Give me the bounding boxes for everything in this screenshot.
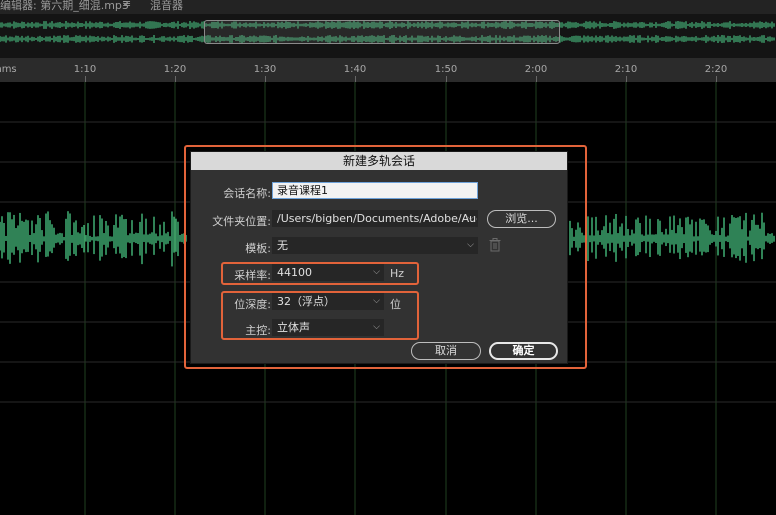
folder-location-value: /Users/bigben/Documents/Adobe/Auditi... [277,212,477,225]
template-value: 无 [277,239,288,252]
sample-rate-label: 采样率: [234,269,271,282]
bit-depth-label: 位深度: [234,298,271,311]
trash-icon[interactable] [489,238,501,252]
session-name-label: 会话名称: [223,187,271,200]
zoom-navigator-handle[interactable] [204,20,560,44]
master-value: 立体声 [277,321,310,334]
tab-editor[interactable]: 编辑器: 第六期_细混.mp3 [0,0,129,15]
bit-depth-value: 32（浮点） [277,295,335,308]
tab-mixer[interactable]: 混音器 [150,0,183,13]
ruler-tick: 2:20 [704,64,728,75]
ruler-tick: 2:10 [614,64,638,75]
bit-depth-unit: 位 [390,298,401,311]
time-ruler[interactable]: hms 1:10 1:20 1:30 1:40 1:50 2:00 2:10 2… [0,58,776,83]
bit-depth-dropdown[interactable]: 32（浮点） ⌵ [272,293,384,310]
chevron-down-icon: ⌵ [467,213,474,223]
master-dropdown[interactable]: 立体声 ⌵ [272,319,384,336]
folder-location-dropdown[interactable]: /Users/bigben/Documents/Adobe/Auditi... … [272,210,478,227]
folder-location-label: 文件夹位置: [212,215,271,228]
tab-bar: 编辑器: 第六期_细混.mp3 ≡ 混音器 [0,0,776,15]
sample-rate-value: 44100 [277,266,312,279]
browse-button[interactable]: 浏览... [487,210,556,228]
ruler-tick: 1:30 [253,64,277,75]
ruler-tick: 1:50 [434,64,458,75]
sample-rate-dropdown[interactable]: 44100 ⌵ [272,264,384,281]
template-label: 模板: [245,242,271,255]
ruler-tick: 2:00 [524,64,548,75]
chevron-down-icon: ⌵ [467,240,474,250]
ruler-tick: 1:20 [163,64,187,75]
ruler-unit-label: hms [0,64,17,75]
sample-rate-unit: Hz [390,267,405,280]
chevron-down-icon: ⌵ [373,322,380,332]
new-multitrack-session-dialog: 新建多轨会话 会话名称: 录音课程1 文件夹位置: /Users/bigben/… [190,151,568,364]
ok-button[interactable]: 确定 [489,342,558,360]
dialog-title: 新建多轨会话 [191,152,567,170]
session-name-input[interactable]: 录音课程1 [272,182,478,199]
master-label: 主控: [245,324,271,337]
cancel-button[interactable]: 取消 [411,342,481,360]
chevron-down-icon: ⌵ [373,267,380,277]
panel-menu-icon[interactable]: ≡ [122,0,131,10]
ruler-tick: 1:10 [73,64,97,75]
chevron-down-icon: ⌵ [373,296,380,306]
template-dropdown[interactable]: 无 ⌵ [272,237,478,254]
ruler-tick: 1:40 [343,64,367,75]
